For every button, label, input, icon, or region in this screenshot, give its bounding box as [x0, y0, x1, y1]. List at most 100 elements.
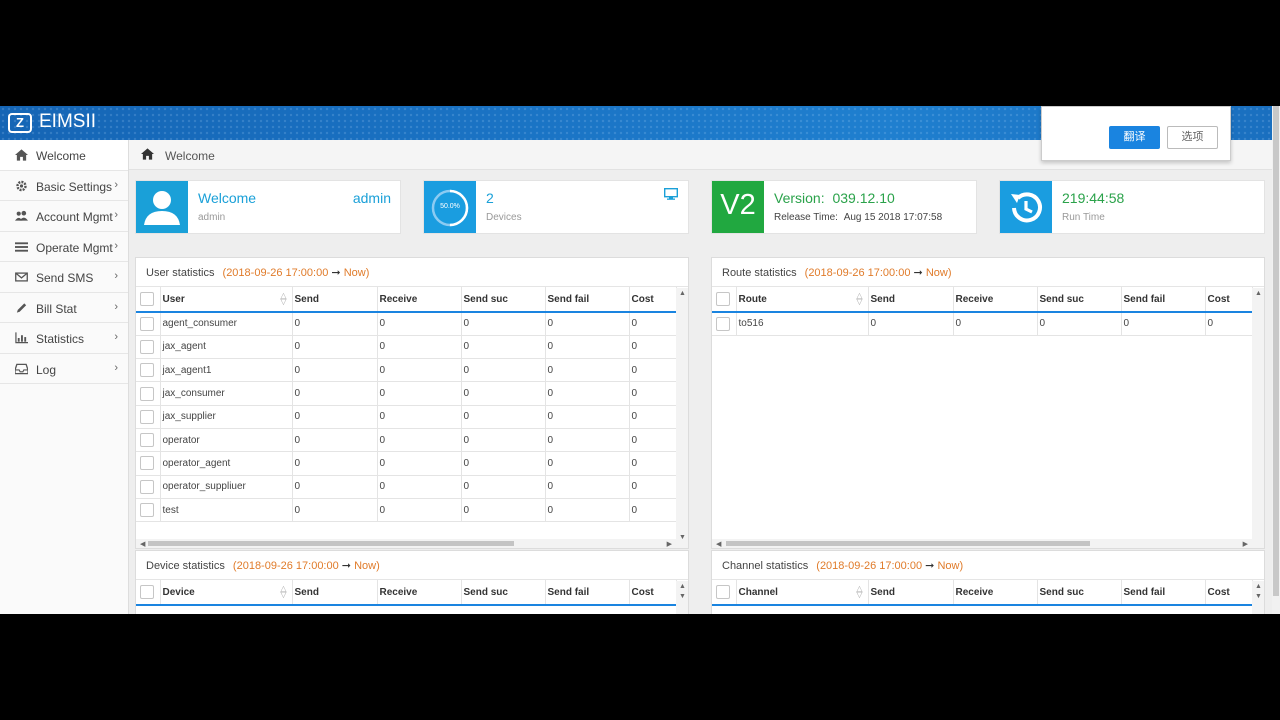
channel-statistics-panel: Channel statistics (2018-09-26 17:00:00 … [711, 550, 1265, 614]
table-row[interactable]: jax_agent1 0 0 0 0 0 [136, 358, 677, 383]
devices-card: 50.0% 2 Devices [423, 180, 689, 234]
arrow-right-icon: ➞ [913, 267, 923, 279]
table-cell: operator_suppliuer [160, 475, 293, 499]
column-header[interactable]: Receive [953, 287, 1038, 313]
column-header[interactable]: Send [292, 287, 378, 313]
table-row[interactable]: operator_agent 0 0 0 0 0 [136, 451, 677, 476]
column-header[interactable]: Send suc [1037, 287, 1122, 313]
row-checkbox[interactable] [136, 428, 161, 453]
column-header[interactable]: Send fail [545, 580, 630, 606]
select-all-checkbox[interactable] [136, 287, 161, 313]
range-end: Now) [925, 267, 952, 279]
home-icon[interactable] [141, 148, 154, 160]
select-all-checkbox[interactable] [712, 580, 737, 606]
table-cell: 0 [545, 498, 630, 523]
sidebar-item-welcome[interactable]: Welcome [0, 140, 128, 171]
table-cell: 0 [461, 381, 546, 406]
row-checkbox[interactable] [136, 451, 161, 476]
row-checkbox[interactable] [136, 358, 161, 383]
user-statistics-panel: User statistics (2018-09-26 17:00:00 ➞ N… [135, 257, 689, 549]
panel-header: Channel statistics (2018-09-26 17:00:00 … [712, 551, 1264, 580]
column-header[interactable]: Send suc [461, 580, 546, 606]
app-title: EIMSII [39, 111, 97, 132]
vertical-scrollbar[interactable]: ▲ ▼ [676, 581, 688, 614]
table-cell: to516 [736, 312, 869, 336]
column-header[interactable]: Cost [629, 580, 677, 606]
row-checkbox[interactable] [136, 312, 161, 336]
table-cell: 0 [1121, 312, 1206, 336]
vertical-scrollbar[interactable]: ▲ ▼ [1252, 581, 1264, 614]
table-cell: 0 [461, 335, 546, 360]
page-scrollbar[interactable] [1272, 106, 1280, 614]
table-row[interactable]: jax_agent 0 0 0 0 0 [136, 335, 677, 360]
sidebar-item-operate-mgmt[interactable]: Operate Mgmt › [0, 232, 128, 262]
sidebar-item-statistics[interactable]: Statistics › [0, 323, 128, 354]
horizontal-scrollbar[interactable]: ◀ ▶ [712, 539, 1264, 548]
column-header[interactable]: Send [868, 580, 954, 606]
column-header[interactable]: Send [868, 287, 954, 313]
column-header[interactable]: Receive [377, 580, 462, 606]
column-header[interactable]: Send suc [461, 287, 546, 313]
options-button[interactable]: 选项 [1167, 126, 1218, 149]
select-all-checkbox[interactable] [136, 580, 161, 606]
sort-icon[interactable]: △ ▽ [856, 292, 862, 306]
column-header[interactable]: Device △ ▽ [160, 580, 293, 606]
table-row[interactable]: jax_consumer 0 0 0 0 0 [136, 381, 677, 406]
sidebar: Welcome Basic Settings › Account Mgmt › … [0, 140, 129, 614]
column-header[interactable]: User △ ▽ [160, 287, 293, 313]
select-all-checkbox[interactable] [712, 287, 737, 313]
table-header-row: Route △ ▽ Send Receive Send suc Send fail Cost [712, 287, 1253, 313]
range-start: (2018-09-26 17:00:00 [804, 267, 911, 279]
table-row[interactable]: test 0 0 0 0 0 [136, 498, 677, 523]
column-header[interactable]: Send fail [545, 287, 630, 313]
column-header[interactable]: Send fail [1121, 580, 1206, 606]
row-checkbox[interactable] [136, 498, 161, 523]
column-header[interactable]: Channel △ ▽ [736, 580, 869, 606]
table-cell: 0 [292, 498, 378, 523]
sort-icon[interactable]: △ ▽ [280, 292, 286, 306]
table-header-row: Channel △ ▽ Send Receive Send suc Send fail Cos… [712, 580, 1253, 606]
column-header[interactable]: Cost [629, 287, 677, 313]
column-header[interactable]: Cost [1205, 287, 1253, 313]
sidebar-item-log[interactable]: Log › [0, 354, 128, 384]
row-checkbox[interactable] [136, 381, 161, 406]
bar-chart-icon [15, 332, 28, 344]
column-header[interactable]: Cost [1205, 580, 1253, 606]
table-row[interactable]: to516 0 0 0 0 0 [712, 312, 1253, 336]
table-cell: 0 [545, 405, 630, 429]
row-checkbox[interactable] [136, 475, 161, 499]
sort-icon[interactable]: △ ▽ [280, 585, 286, 599]
row-checkbox[interactable] [712, 312, 737, 336]
range-end: Now) [937, 560, 964, 572]
sidebar-item-label: Basic Settings [36, 179, 113, 194]
table-row[interactable]: operator 0 0 0 0 0 [136, 428, 677, 453]
sidebar-item-label: Log [36, 362, 57, 377]
table-cell: 0 [377, 428, 462, 453]
table-row[interactable]: jax_supplier 0 0 0 0 0 [136, 405, 677, 429]
horizontal-scrollbar[interactable]: ◀ ▶ [136, 539, 688, 548]
vertical-scrollbar[interactable]: ▲ [1252, 288, 1264, 541]
table-cell: jax_agent [160, 335, 293, 360]
table-row[interactable]: operator_suppliuer 0 0 0 0 0 [136, 475, 677, 499]
sidebar-item-send-sms[interactable]: Send SMS › [0, 262, 128, 293]
sort-icon[interactable]: △ ▽ [856, 585, 862, 599]
devices-percent: 50.0% [440, 203, 460, 210]
vertical-scrollbar[interactable]: ▲ ▼ [676, 288, 688, 541]
arrow-right-icon: ➞ [925, 560, 935, 572]
sidebar-item-bill-stat[interactable]: Bill Stat › [0, 293, 128, 323]
column-header[interactable]: Send suc [1037, 580, 1122, 606]
column-header[interactable]: Receive [377, 287, 462, 313]
sidebar-item-basic-settings[interactable]: Basic Settings › [0, 171, 128, 201]
table-row[interactable]: agent_consumer 0 0 0 0 0 [136, 312, 677, 336]
row-checkbox[interactable] [136, 405, 161, 429]
column-header[interactable]: Send fail [1121, 287, 1206, 313]
column-header[interactable]: Receive [953, 580, 1038, 606]
sidebar-item-label: Operate Mgmt [36, 240, 113, 255]
sidebar-item-account-mgmt[interactable]: Account Mgmt › [0, 201, 128, 232]
table-cell: 0 [953, 312, 1038, 336]
row-checkbox[interactable] [136, 335, 161, 360]
translate-button[interactable]: 翻译 [1109, 126, 1160, 149]
column-header[interactable]: Route △ ▽ [736, 287, 869, 313]
gear-icon [16, 180, 27, 191]
column-header[interactable]: Send [292, 580, 378, 606]
